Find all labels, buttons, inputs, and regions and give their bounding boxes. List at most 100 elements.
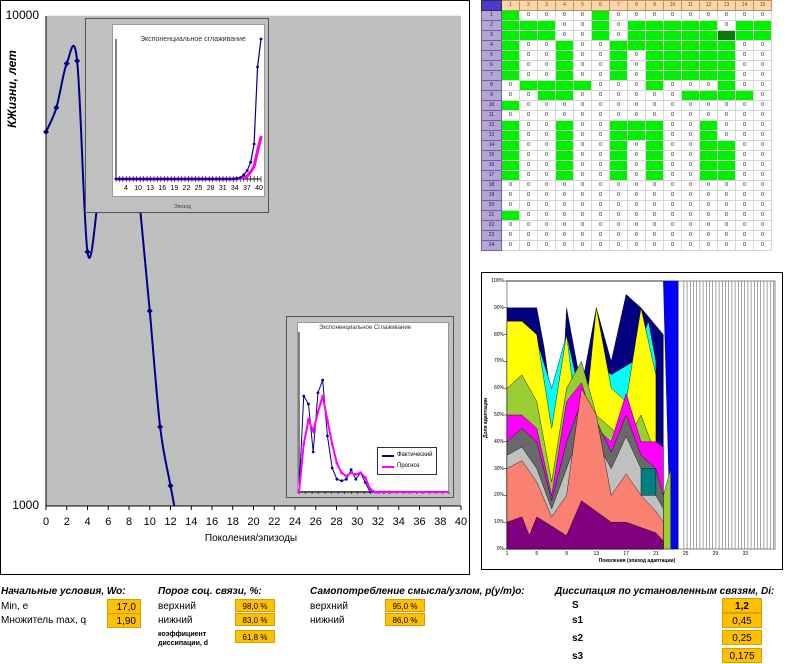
matrix-cell[interactable]: 0 [609,200,628,211]
matrix-cell[interactable]: 0 [699,110,718,121]
matrix-cell[interactable]: 0 [663,230,682,241]
matrix-cell[interactable] [627,120,646,131]
matrix-cell[interactable] [753,30,772,41]
matrix-cell[interactable]: 0 [663,10,682,21]
matrix-cell[interactable]: 0 [555,240,574,251]
matrix-cell[interactable]: 0 [663,140,682,151]
matrix-cell[interactable]: 0 [753,100,772,111]
matrix-cell[interactable]: 0 [591,50,610,61]
matrix-cell[interactable] [537,80,556,91]
matrix-cell[interactable]: 0 [681,200,700,211]
matrix-cell[interactable] [681,70,700,81]
matrix-cell[interactable]: 0 [699,80,718,91]
matrix-row-header[interactable]: 13 [481,130,502,141]
matrix-row-header[interactable]: 4 [481,40,502,51]
matrix-cell[interactable] [501,150,520,161]
matrix-cell[interactable]: 0 [573,190,592,201]
matrix-cell[interactable] [645,80,664,91]
matrix-cell[interactable]: 0 [663,190,682,201]
matrix-cell[interactable] [735,20,754,31]
matrix-cell[interactable] [645,20,664,31]
matrix-cell[interactable]: 0 [591,230,610,241]
matrix-cell[interactable] [537,90,556,101]
matrix-column-header[interactable]: 10 [663,0,682,11]
matrix-cell[interactable]: 0 [663,100,682,111]
matrix-cell[interactable] [699,60,718,71]
matrix-row-header[interactable]: 18 [481,180,502,191]
matrix-cell[interactable]: 0 [735,210,754,221]
matrix-cell[interactable]: 0 [645,200,664,211]
matrix-cell[interactable]: 0 [609,10,628,21]
matrix-cell[interactable]: 0 [537,220,556,231]
matrix-cell[interactable]: 0 [591,80,610,91]
matrix-cell[interactable]: 0 [735,120,754,131]
matrix-cell[interactable]: 0 [537,190,556,201]
matrix-cell[interactable]: 0 [537,170,556,181]
matrix-cell[interactable]: 0 [573,50,592,61]
matrix-row-header[interactable]: 24 [481,240,502,251]
matrix-cell[interactable]: 0 [519,210,538,221]
matrix-cell[interactable]: 0 [735,140,754,151]
matrix-cell[interactable]: 0 [609,20,628,31]
matrix-cell[interactable]: 0 [627,110,646,121]
matrix-cell[interactable]: 0 [537,70,556,81]
matrix-cell[interactable]: 0 [519,70,538,81]
matrix-cell[interactable]: 0 [609,90,628,101]
matrix-cell[interactable]: 0 [627,240,646,251]
matrix-cell[interactable]: 0 [591,140,610,151]
matrix-cell[interactable] [537,30,556,41]
matrix-cell[interactable]: 0 [735,160,754,171]
matrix-column-header[interactable]: 1 [501,0,520,11]
matrix-cell[interactable]: 0 [663,220,682,231]
matrix-cell[interactable]: 0 [699,200,718,211]
matrix-cell[interactable] [663,20,682,31]
matrix-cell[interactable]: 0 [519,180,538,191]
matrix-cell[interactable] [681,50,700,61]
matrix-cell[interactable]: 0 [519,220,538,231]
matrix-cell[interactable] [699,120,718,131]
matrix-cell[interactable]: 0 [681,120,700,131]
matrix-cell[interactable] [699,40,718,51]
matrix-cell[interactable]: 0 [555,210,574,221]
matrix-cell[interactable]: 0 [519,160,538,171]
matrix-cell[interactable] [501,160,520,171]
matrix-cell[interactable]: 0 [717,120,736,131]
selfcons-lower-value-field[interactable]: 86,0 % [385,613,425,626]
matrix-cell[interactable]: 0 [753,150,772,161]
matrix-cell[interactable]: 0 [663,150,682,161]
matrix-cell[interactable] [501,210,520,221]
matrix-cell[interactable]: 0 [573,220,592,231]
matrix-cell[interactable] [717,170,736,181]
matrix-cell[interactable]: 0 [591,150,610,161]
matrix-cell[interactable]: 0 [555,20,574,31]
matrix-cell[interactable] [519,20,538,31]
matrix-cell[interactable]: 0 [501,220,520,231]
matrix-cell[interactable]: 0 [717,200,736,211]
matrix-cell[interactable] [501,30,520,41]
matrix-cell[interactable] [501,170,520,181]
matrix-cell[interactable]: 0 [645,190,664,201]
matrix-cell[interactable]: 0 [627,160,646,171]
matrix-cell[interactable]: 0 [753,220,772,231]
matrix-cell[interactable] [663,70,682,81]
matrix-cell[interactable]: 0 [591,130,610,141]
matrix-row-header[interactable]: 10 [481,100,502,111]
matrix-cell[interactable]: 0 [537,160,556,171]
threshold-upper-value-field[interactable]: 98,0 % [235,599,275,612]
matrix-cell[interactable] [501,20,520,31]
matrix-cell[interactable]: 0 [591,170,610,181]
matrix-column-header[interactable]: 8 [627,0,646,11]
matrix-cell[interactable]: 0 [519,230,538,241]
matrix-cell[interactable] [501,100,520,111]
matrix-cell[interactable] [501,50,520,61]
matrix-cell[interactable]: 0 [537,60,556,71]
matrix-cell[interactable]: 0 [609,240,628,251]
matrix-cell[interactable]: 0 [735,180,754,191]
matrix-cell[interactable]: 0 [717,220,736,231]
matrix-cell[interactable]: 0 [501,190,520,201]
matrix-cell[interactable]: 0 [717,190,736,201]
matrix-cell[interactable] [555,170,574,181]
matrix-cell[interactable] [645,40,664,51]
matrix-cell[interactable]: 0 [681,190,700,201]
matrix-cell[interactable]: 0 [573,20,592,31]
